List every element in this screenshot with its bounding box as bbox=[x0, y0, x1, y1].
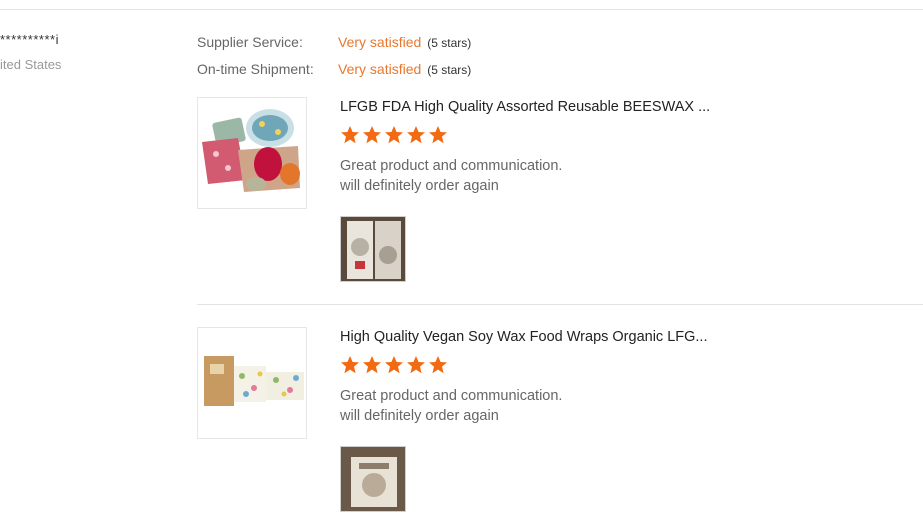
rating-label: On-time Shipment: bbox=[197, 61, 314, 77]
star-icon bbox=[341, 356, 359, 374]
star-icon bbox=[385, 356, 403, 374]
rating-count: (5 stars) bbox=[427, 36, 472, 50]
comment-line: Great product and communication. bbox=[340, 158, 563, 174]
beeswax-wraps-product-image[interactable] bbox=[197, 97, 307, 209]
review-star-rating bbox=[340, 355, 448, 375]
review-comment: Great product and communication. will de… bbox=[340, 387, 562, 426]
product-title-link[interactable]: LFGB FDA High Quality Assorted Reusable … bbox=[340, 99, 710, 115]
star-icon bbox=[429, 356, 447, 374]
customer-photo-image[interactable] bbox=[340, 446, 406, 512]
review-divider bbox=[197, 304, 923, 305]
customer-photo-image[interactable] bbox=[340, 216, 406, 282]
rating-value: Very satisfied bbox=[338, 34, 422, 50]
star-icon bbox=[429, 126, 447, 144]
buyer-country: ited States bbox=[0, 57, 62, 72]
top-divider bbox=[0, 9, 923, 10]
star-icon bbox=[341, 126, 359, 144]
rating-supplier-service: Supplier Service: Very satisfied (5 stars) bbox=[197, 34, 471, 50]
star-icon bbox=[363, 126, 381, 144]
buyer-name: **********i bbox=[0, 32, 59, 47]
product-title-link[interactable]: High Quality Vegan Soy Wax Food Wraps Or… bbox=[340, 329, 708, 345]
rating-value: Very satisfied bbox=[338, 61, 422, 77]
review-comment: Great product and communication. will de… bbox=[340, 157, 562, 196]
star-icon bbox=[407, 356, 425, 374]
star-icon bbox=[385, 126, 403, 144]
soy-wax-wraps-product-image[interactable] bbox=[197, 327, 307, 439]
rating-count: (5 stars) bbox=[427, 63, 472, 77]
star-icon bbox=[363, 356, 381, 374]
comment-line: Great product and communication. bbox=[340, 388, 563, 404]
star-icon bbox=[407, 126, 425, 144]
rating-ontime-shipment: On-time Shipment: Very satisfied (5 stars) bbox=[197, 61, 471, 77]
rating-label: Supplier Service: bbox=[197, 34, 303, 50]
comment-line: will definitely order again bbox=[340, 177, 499, 194]
review-star-rating bbox=[340, 125, 448, 145]
comment-line: will definitely order again bbox=[340, 407, 499, 424]
